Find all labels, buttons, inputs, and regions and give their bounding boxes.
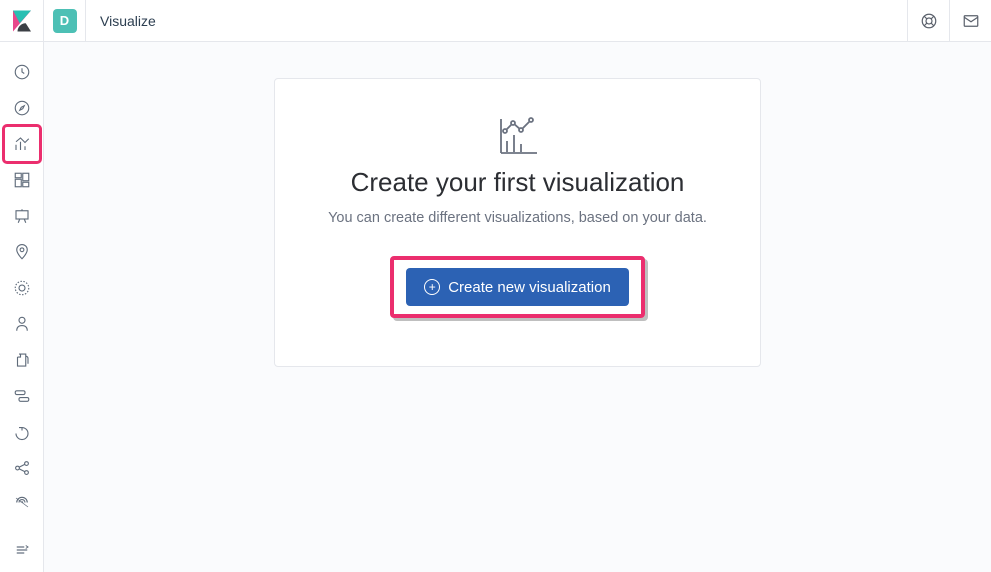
- help-button[interactable]: [907, 0, 949, 42]
- breadcrumb[interactable]: Visualize: [86, 13, 907, 29]
- sidebar-item-recent[interactable]: [4, 54, 40, 90]
- highlight-frame: + Create new visualization: [390, 256, 645, 318]
- create-visualization-label: Create new visualization: [448, 279, 611, 296]
- graph-icon: [13, 459, 31, 477]
- infrastructure-icon: [13, 315, 31, 333]
- sidebar-item-ml[interactable]: [4, 270, 40, 306]
- empty-state-card: Create your first visualization You can …: [274, 78, 761, 367]
- sidebar-item-maps[interactable]: [4, 234, 40, 270]
- logs-icon: [13, 351, 31, 369]
- canvas-icon: [13, 207, 31, 225]
- sidebar-item-logs[interactable]: [4, 342, 40, 378]
- sidebar-item-canvas[interactable]: [4, 198, 40, 234]
- sidebar-item-discover[interactable]: [4, 90, 40, 126]
- maps-icon: [13, 243, 31, 261]
- card-title: Create your first visualization: [305, 167, 730, 198]
- dashboard-icon: [13, 171, 31, 189]
- uptime-icon: [13, 423, 31, 441]
- ml-icon: [13, 279, 31, 297]
- create-visualization-button[interactable]: + Create new visualization: [406, 268, 629, 306]
- newsfeed-button[interactable]: [949, 0, 991, 42]
- kibana-logo[interactable]: [0, 0, 44, 42]
- sidebar-item-graph[interactable]: [4, 450, 40, 486]
- sidebar-item-siem[interactable]: [4, 486, 40, 522]
- lifebuoy-icon: [920, 12, 938, 30]
- visualize-icon: [13, 135, 31, 153]
- mail-icon: [962, 12, 980, 30]
- sidebar-item-visualize[interactable]: [4, 126, 40, 162]
- collapse-icon: [13, 541, 31, 559]
- sidebar-item-dashboard[interactable]: [4, 162, 40, 198]
- sidebar: [0, 42, 44, 572]
- plus-circle-icon: +: [424, 279, 440, 295]
- sidebar-item-uptime[interactable]: [4, 414, 40, 450]
- clock-icon: [13, 63, 31, 81]
- top-actions: [907, 0, 991, 42]
- visualization-illustration-icon: [305, 117, 730, 155]
- sidebar-item-infrastructure[interactable]: [4, 306, 40, 342]
- apm-icon: [13, 387, 31, 405]
- sidebar-collapse[interactable]: [0, 528, 44, 572]
- space-selector[interactable]: D: [44, 0, 86, 42]
- space-avatar: D: [53, 9, 77, 33]
- card-subtitle: You can create different visualizations,…: [305, 210, 730, 226]
- main-content: Create your first visualization You can …: [44, 42, 991, 572]
- kibana-logo-icon: [13, 10, 31, 32]
- siem-icon: [13, 495, 31, 513]
- top-header: D Visualize: [0, 0, 991, 42]
- sidebar-item-apm[interactable]: [4, 378, 40, 414]
- compass-icon: [13, 99, 31, 117]
